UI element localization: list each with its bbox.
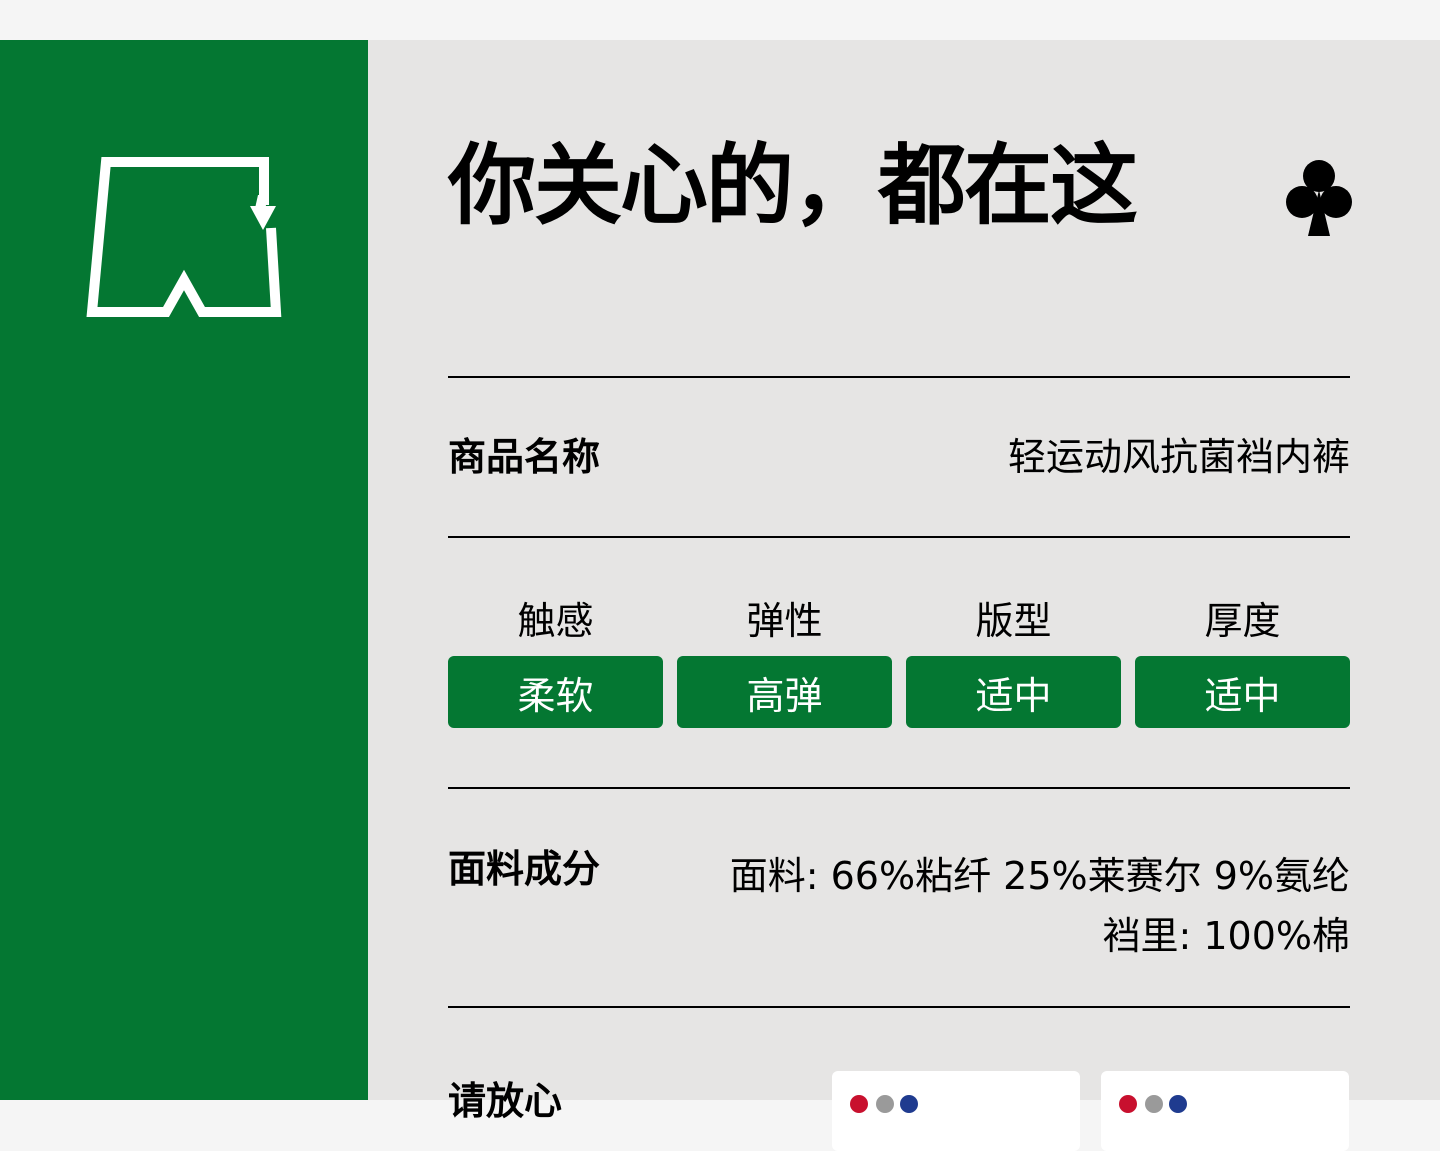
attribute-thickness: 厚度 适中 bbox=[1135, 592, 1350, 728]
product-name-value: 轻运动风抗菌裆内裤 bbox=[1007, 435, 1350, 479]
reassure-label: 请放心 bbox=[448, 1079, 563, 1123]
main-panel: 你关心的，都在这 商品名称 轻运动风抗菌裆内裤 触感 柔软 弹性 高弹 版型 适… bbox=[368, 40, 1440, 1151]
attribute-label: 厚度 bbox=[1204, 599, 1281, 643]
attribute-label: 触感 bbox=[517, 599, 594, 643]
page-title: 你关心的，都在这 bbox=[448, 134, 1138, 237]
fabric-line-shell: 面料: 66%粘纤 25%莱赛尔 9%氨纶 bbox=[729, 854, 1350, 898]
fabric-composition: 面料: 66%粘纤 25%莱赛尔 9%氨纶 裆里: 100%棉 bbox=[730, 846, 1350, 966]
cert-logo-icon bbox=[900, 1095, 918, 1113]
certification-card bbox=[1101, 1071, 1349, 1151]
divider bbox=[448, 536, 1350, 538]
cert-logo-icon bbox=[1119, 1095, 1137, 1113]
fabric-line-gusset: 裆里: 100%棉 bbox=[1102, 914, 1350, 958]
attribute-grid: 触感 柔软 弹性 高弹 版型 适中 厚度 适中 bbox=[448, 592, 1350, 728]
top-bar bbox=[0, 0, 1440, 40]
cert-logo-icon bbox=[1145, 1095, 1163, 1113]
divider bbox=[448, 1006, 1350, 1008]
attribute-value-badge: 柔软 bbox=[448, 656, 663, 728]
attribute-value-badge: 适中 bbox=[906, 656, 1121, 728]
cert-logo-icon bbox=[1169, 1095, 1187, 1113]
cert-logo-icon bbox=[850, 1095, 868, 1113]
attribute-label: 弹性 bbox=[746, 599, 823, 643]
divider bbox=[448, 787, 1350, 789]
cert-logo-icon bbox=[876, 1095, 894, 1113]
divider bbox=[448, 376, 1350, 378]
club-icon bbox=[1286, 160, 1352, 236]
attribute-value-badge: 适中 bbox=[1135, 656, 1350, 728]
underwear-recycle-icon bbox=[86, 157, 282, 317]
attribute-elasticity: 弹性 高弹 bbox=[677, 592, 892, 728]
attribute-label: 版型 bbox=[975, 599, 1052, 643]
sidebar bbox=[0, 40, 368, 1100]
attribute-value-badge: 高弹 bbox=[677, 656, 892, 728]
product-name-label: 商品名称 bbox=[448, 435, 601, 479]
certification-card bbox=[832, 1071, 1080, 1151]
attribute-touch: 触感 柔软 bbox=[448, 592, 663, 728]
attribute-fit: 版型 适中 bbox=[906, 592, 1121, 728]
fabric-label: 面料成分 bbox=[448, 847, 601, 891]
